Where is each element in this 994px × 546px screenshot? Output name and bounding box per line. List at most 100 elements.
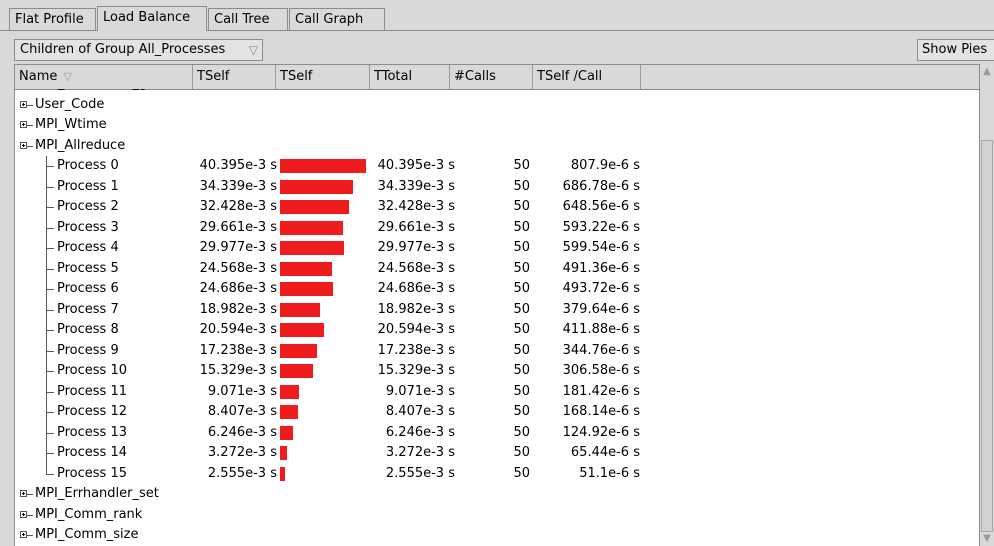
group-select[interactable]: Children of Group All_Processes ▽ — [14, 39, 263, 61]
tab-flat-profile[interactable]: Flat Profile — [9, 8, 96, 30]
calls-value: 50 — [513, 342, 530, 358]
ttotal-value: 29.977e-3 s — [377, 240, 455, 255]
ttotal-value: 24.686e-3 s — [377, 281, 455, 296]
tself-per-call-value: 648.56e-6 s — [562, 199, 640, 214]
tself-value: 17.238e-3 s — [199, 342, 277, 358]
tree-expander-icon[interactable] — [20, 100, 27, 108]
tself-per-call-value: 344.76e-6 s — [562, 342, 640, 358]
calls-value: 50 — [513, 363, 530, 378]
calls-value: 50 — [513, 301, 530, 317]
tself-bar — [280, 384, 299, 399]
tree-group-row[interactable]: MPI_Comm_size — [15, 525, 979, 545]
process-name: Process 4 — [57, 240, 119, 255]
calls-value: 50 — [513, 260, 530, 276]
calls-value: 50 — [513, 178, 530, 194]
table-row[interactable]: Process 7 18.982e-3 s 18.982e-3 s 50 379.64e… — [15, 299, 979, 321]
tree-connector — [46, 248, 54, 249]
tself-per-call-value: 411.88e-6 s — [562, 322, 640, 337]
tab-call-tree[interactable]: Call Tree — [208, 8, 288, 30]
table-row[interactable]: Process 12 8.407e-3 s 8.407e-3 s 50 168.14e-… — [15, 402, 979, 423]
tree-expander-icon[interactable] — [20, 490, 27, 497]
table-row[interactable]: Process 1 34.339e-3 s 34.339e-3 s 50 686.78e… — [15, 176, 979, 198]
show-pies-button[interactable]: Show Pies — [917, 39, 994, 61]
table-row[interactable]: Process 13 6.246e-3 s 6.246e-3 s 50 124.92e-… — [15, 422, 979, 444]
column-header-calls[interactable]: #Calls — [450, 65, 533, 89]
tself-bar — [280, 220, 343, 235]
column-header-name[interactable]: Name ▽ — [15, 65, 193, 89]
ttotal-value: 18.982e-3 s — [377, 301, 455, 317]
scroll-down-arrow-icon[interactable]: ▼ — [981, 532, 993, 545]
process-name: Process 3 — [57, 219, 119, 235]
tree-expander-icon[interactable] — [20, 141, 27, 149]
ttotal-value: 34.339e-3 s — [377, 178, 455, 194]
table-row[interactable]: Process 14 3.272e-3 s 3.272e-3 s 50 65.44e-6… — [15, 443, 979, 464]
tree-expander-icon[interactable] — [20, 121, 27, 128]
table-row[interactable]: Process 3 29.661e-3 s 29.661e-3 s 50 593.22e… — [15, 217, 979, 239]
tree-connector — [27, 125, 33, 126]
process-name: Process 10 — [57, 363, 127, 378]
dropdown-triangle-icon: ▽ — [248, 43, 258, 57]
table-row[interactable]: Process 5 24.568e-3 s 24.568e-3 s 50 491.36e… — [15, 258, 979, 280]
tree-connector — [46, 453, 54, 454]
table-row[interactable]: Process 6 24.686e-3 s 24.686e-3 s 50 493.72e… — [15, 279, 979, 300]
tself-value: 8.407e-3 s — [207, 404, 277, 419]
column-header-name-label: Name — [19, 69, 58, 84]
tself-bar — [280, 364, 313, 378]
table-row[interactable]: Process 0 40.395e-3 s 40.395e-3 s 50 807.9e-… — [15, 156, 979, 177]
tself-value: 29.977e-3 s — [199, 240, 277, 255]
ttotal-value: 20.594e-3 s — [377, 322, 455, 337]
calls-value: 50 — [513, 445, 530, 460]
tself-per-call-value: 593.22e-6 s — [562, 219, 640, 235]
tself-per-call-value: 306.58e-6 s — [562, 363, 640, 378]
column-header-tself-per-call[interactable]: TSelf /Call — [533, 65, 641, 89]
tab-call-graph[interactable]: Call Graph — [289, 8, 385, 30]
tree-group-label: MPI_Errhandler_set — [35, 486, 159, 501]
calls-value: 50 — [513, 281, 530, 296]
vertical-scrollbar[interactable]: ▲ ▼ — [980, 64, 994, 546]
table-row[interactable]: Process 8 20.594e-3 s 20.594e-3 s 50 411.88e… — [15, 320, 979, 341]
sort-triangle-icon[interactable]: ▽ — [63, 70, 71, 83]
calls-value: 50 — [513, 219, 530, 235]
tself-bar — [280, 343, 317, 358]
tree-connector — [46, 473, 54, 475]
tree-group-label: MPI_Comm_size — [35, 527, 139, 542]
table-row[interactable]: Process 4 29.977e-3 s 29.977e-3 s 50 599.54e… — [15, 238, 979, 259]
tself-value: 32.428e-3 s — [199, 199, 277, 214]
tree-expander-icon[interactable] — [20, 531, 27, 538]
tree-group-row[interactable]: MPI_Errhandler_get — [15, 89, 979, 94]
column-header-tself-bar[interactable]: TSelf — [276, 65, 370, 89]
scrollbar-thumb[interactable] — [981, 140, 993, 532]
tree-connector — [46, 227, 54, 229]
tself-per-call-value: 379.64e-6 s — [562, 301, 640, 317]
calls-value: 50 — [513, 158, 530, 173]
process-name: Process 5 — [57, 260, 119, 276]
ttotal-value: 29.661e-3 s — [377, 219, 455, 235]
tree-group-row[interactable]: MPI_Allreduce — [15, 136, 979, 156]
tree-group-row[interactable]: User_Code — [15, 95, 979, 115]
tree-group-row[interactable]: MPI_Comm_rank — [15, 505, 979, 525]
table-row[interactable]: Process 9 17.238e-3 s 17.238e-3 s 50 344.76e… — [15, 340, 979, 362]
tself-bar — [280, 446, 287, 460]
tab-load-balance[interactable]: Load Balance — [97, 6, 207, 31]
ttotal-value: 15.329e-3 s — [377, 363, 455, 378]
table-row[interactable]: Process 2 32.428e-3 s 32.428e-3 s 50 648.56e… — [15, 197, 979, 218]
tree-connector — [46, 432, 54, 434]
ttotal-value: 3.272e-3 s — [385, 445, 455, 460]
column-header-ttotal[interactable]: TTotal — [370, 65, 450, 89]
tself-bar — [280, 425, 293, 440]
table-row[interactable]: Process 10 15.329e-3 s 15.329e-3 s 50 306.58… — [15, 361, 979, 382]
table-row[interactable]: Process 11 9.071e-3 s 9.071e-3 s 50 181.42e-… — [15, 381, 979, 403]
tree-connector — [46, 350, 54, 352]
scroll-up-arrow-icon[interactable]: ▲ — [981, 65, 993, 78]
tree-group-row[interactable]: MPI_Errhandler_set — [15, 484, 979, 504]
process-name: Process 2 — [57, 199, 119, 214]
column-header-tself[interactable]: TSelf — [193, 65, 276, 89]
toolbar: Children of Group All_Processes ▽ Show P… — [0, 34, 994, 64]
tree-group-row[interactable]: MPI_Wtime — [15, 115, 979, 135]
tree-connector — [46, 412, 54, 413]
table-row[interactable]: Process 15 2.555e-3 s 2.555e-3 s 50 51.1e-6 … — [15, 463, 979, 484]
tree-expander-icon[interactable] — [20, 510, 27, 518]
tree-connector — [46, 268, 54, 270]
tree-connector — [46, 289, 54, 290]
process-name: Process 12 — [57, 404, 127, 419]
